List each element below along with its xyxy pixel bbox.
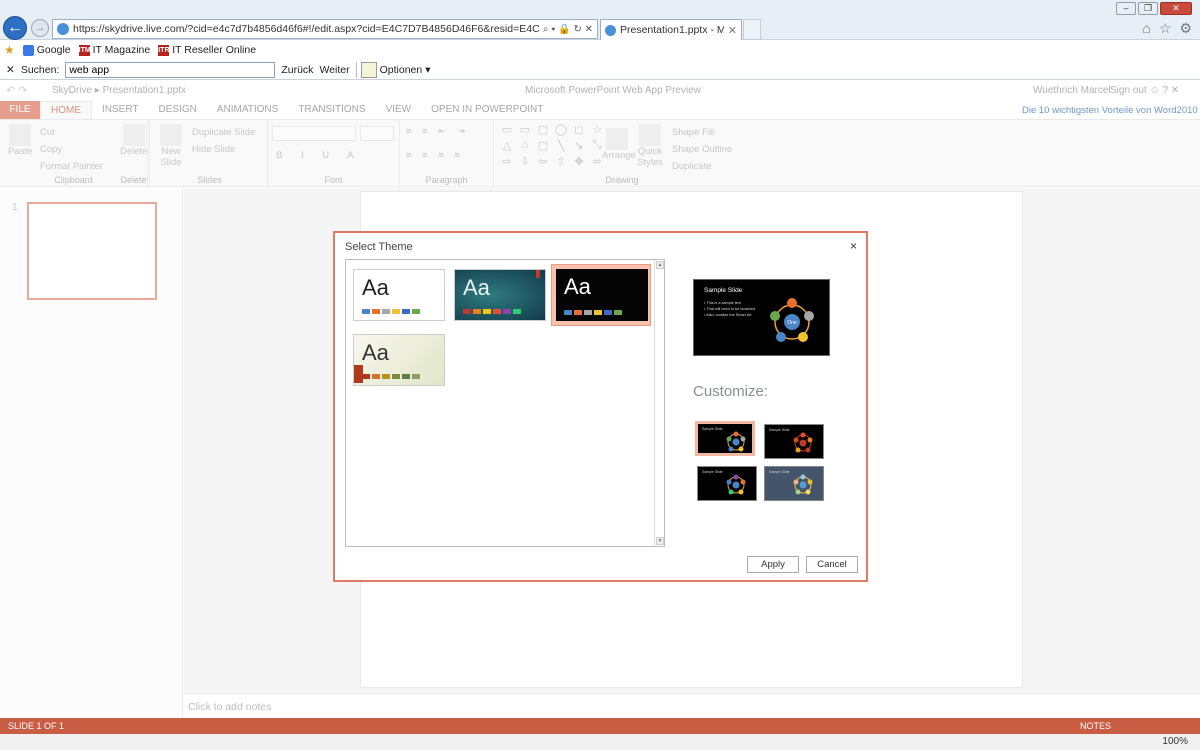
theme-swatches bbox=[463, 309, 521, 314]
browser-right-icons: ⌂ ☆ ⚙ bbox=[1142, 20, 1192, 37]
site-icon bbox=[57, 23, 69, 35]
theme-swatches bbox=[362, 374, 420, 379]
itr-icon: ITR bbox=[158, 44, 170, 56]
favorites-star-icon[interactable]: ★ bbox=[4, 43, 15, 57]
itm-icon: ITM bbox=[78, 44, 91, 56]
variant-option-1[interactable]: Sample Slide bbox=[695, 421, 755, 456]
favorites-bar: ★ Google ITM IT Magazine ITR IT Reseller O… bbox=[0, 40, 1200, 60]
theme-list-scrollbar[interactable]: ▲ ▼ bbox=[654, 260, 664, 546]
status-bar: SLIDE 1 OF 1 NOTES bbox=[0, 718, 1200, 734]
find-prev-button[interactable]: Zurück bbox=[281, 64, 313, 76]
tab-title: Presentation1.pptx - Micro... bbox=[620, 24, 724, 36]
theme-option-cream[interactable]: Aa bbox=[353, 334, 445, 386]
theme-option-black[interactable]: Aa bbox=[556, 269, 648, 321]
zoom-level[interactable]: 100% bbox=[1162, 734, 1188, 750]
favorite-it-magazine[interactable]: ITM IT Magazine bbox=[78, 44, 150, 56]
variant-option-4[interactable]: Sample Slide bbox=[764, 466, 824, 501]
maximize-button[interactable]: ❐ bbox=[1138, 2, 1158, 15]
address-url[interactable]: https://skydrive.live.com/?cid=e4c7d7b48… bbox=[73, 23, 539, 35]
variant-title: Sample Slide bbox=[769, 428, 790, 432]
cancel-button[interactable]: Cancel bbox=[806, 556, 858, 573]
find-close-icon[interactable]: ✕ bbox=[6, 64, 15, 76]
variant-diagram bbox=[793, 432, 813, 453]
chevron-down-icon[interactable]: ▾ bbox=[425, 64, 430, 76]
find-options-button[interactable]: Optionen ▾ bbox=[355, 61, 431, 78]
scroll-up-icon[interactable]: ▲ bbox=[656, 261, 664, 269]
theme-label: Aa bbox=[564, 274, 591, 299]
theme-selection-highlight: Aa bbox=[551, 264, 651, 326]
new-tab-button[interactable] bbox=[743, 19, 761, 40]
dialog-title: Select Theme bbox=[345, 241, 413, 253]
theme-label: Aa bbox=[362, 275, 389, 300]
favorites-star-icon[interactable]: ☆ bbox=[1159, 20, 1172, 37]
smartart-cycle-diagram: One bbox=[770, 298, 814, 342]
variant-title: Sample Slide bbox=[702, 470, 723, 474]
home-icon[interactable]: ⌂ bbox=[1142, 20, 1150, 37]
variant-title: Sample Slide bbox=[769, 470, 790, 474]
theme-option-teal[interactable]: Aa bbox=[454, 269, 546, 321]
pencil-icon bbox=[360, 61, 377, 78]
address-actions-icon[interactable]: ⌕ ▾ 🔒 ↻ ✕ bbox=[543, 24, 593, 35]
forward-button[interactable]: → bbox=[31, 19, 49, 37]
theme-label: Aa bbox=[362, 340, 389, 365]
favorite-google[interactable]: Google bbox=[22, 44, 71, 56]
apply-button[interactable]: Apply bbox=[747, 556, 799, 573]
slide-count-status: SLIDE 1 OF 1 bbox=[8, 721, 65, 731]
sample-slide-preview: Sample Slide • This is a sample text • T… bbox=[693, 279, 830, 356]
find-next-button[interactable]: Weiter bbox=[319, 64, 349, 76]
address-bar[interactable]: https://skydrive.live.com/?cid=e4c7d7b48… bbox=[52, 19, 598, 39]
find-bar: ✕ Suchen: Zurück Weiter Optionen ▾ bbox=[0, 60, 1200, 80]
variant-diagram bbox=[726, 431, 746, 452]
find-input[interactable] bbox=[65, 61, 276, 78]
customize-heading: Customize: bbox=[693, 383, 769, 400]
browser-tab[interactable]: Presentation1.pptx - Micro... ✕ bbox=[600, 19, 742, 40]
browser-toolbar: ← → https://skydrive.live.com/?cid=e4c7d… bbox=[0, 0, 1200, 40]
variant-option-3[interactable]: Sample Slide bbox=[697, 466, 757, 501]
tab-close-icon[interactable]: ✕ bbox=[728, 24, 737, 37]
zoom-bar: 100% bbox=[0, 734, 1200, 750]
find-label: Suchen: bbox=[20, 63, 60, 76]
theme-option-white[interactable]: Aa bbox=[353, 269, 445, 321]
sample-title: Sample Slide bbox=[704, 287, 743, 294]
theme-swatches bbox=[564, 310, 622, 315]
theme-label: Aa bbox=[463, 275, 490, 300]
variant-option-2[interactable]: Sample Slide bbox=[764, 424, 824, 459]
window-close-button[interactable]: ✕ bbox=[1160, 2, 1192, 15]
scroll-down-icon[interactable]: ▼ bbox=[656, 537, 664, 545]
variant-title: Sample Slide bbox=[702, 427, 723, 431]
variant-diagram bbox=[793, 474, 813, 495]
close-icon[interactable]: × bbox=[850, 239, 857, 253]
notes-toggle[interactable]: NOTES bbox=[1080, 718, 1111, 734]
tab-site-icon bbox=[605, 24, 616, 36]
minimize-button[interactable]: – bbox=[1116, 2, 1136, 15]
favorite-it-reseller[interactable]: ITR IT Reseller Online bbox=[158, 44, 256, 56]
select-theme-dialog: Select Theme × Aa Aa Aa Aa ▲ ▼ Sample Sl… bbox=[333, 231, 868, 582]
sample-bullets: • This is a sample text • That will need… bbox=[704, 301, 756, 317]
window-controls: – ❐ ✕ bbox=[1116, 2, 1192, 15]
theme-list: Aa Aa Aa Aa ▲ ▼ bbox=[345, 259, 665, 547]
back-button[interactable]: ← bbox=[3, 16, 27, 40]
google-icon bbox=[22, 44, 34, 56]
smartart-center-label: One bbox=[787, 320, 797, 326]
theme-swatches bbox=[362, 309, 420, 314]
theme-accent-bar bbox=[536, 270, 540, 278]
variant-diagram bbox=[726, 474, 746, 495]
settings-gear-icon[interactable]: ⚙ bbox=[1179, 20, 1192, 37]
